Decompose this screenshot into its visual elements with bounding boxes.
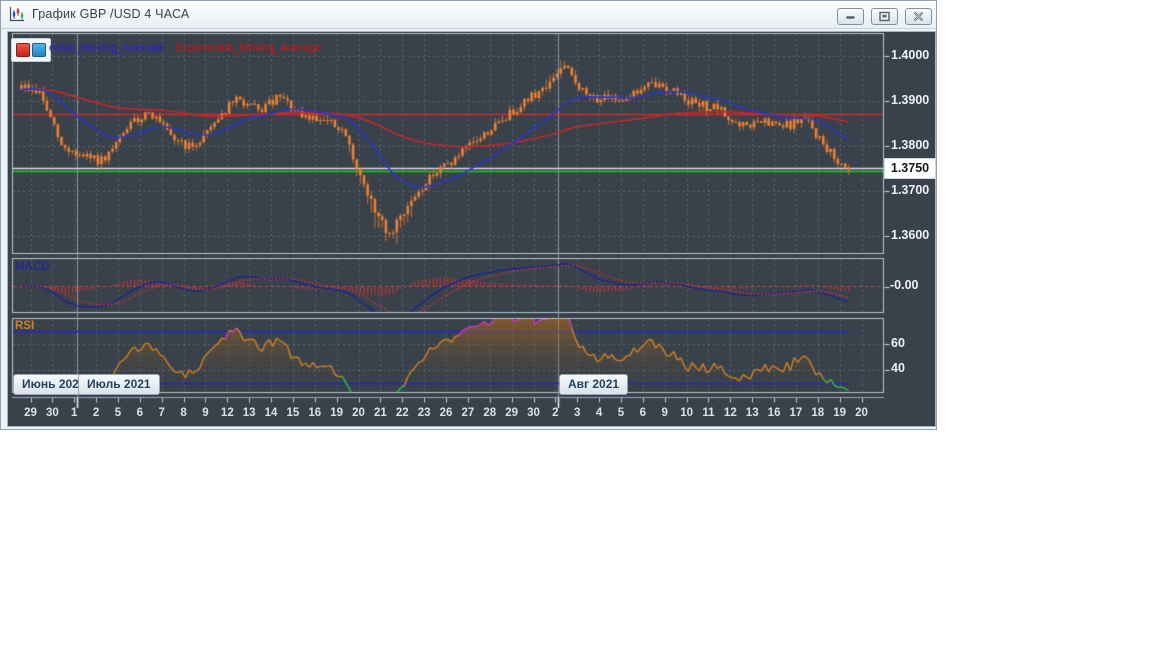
price-axis-label: 1.3700 (891, 183, 930, 197)
window-title: График GBP /USD 4 ЧАСА (32, 7, 190, 21)
indicator-legend: ential_Moving_Average Exponential_Moving… (49, 42, 322, 54)
month-label-july: Июль 2021 (78, 374, 160, 395)
x-axis-label: 29 (24, 407, 37, 419)
window-titlebar[interactable]: График GBP /USD 4 ЧАСА (1, 1, 936, 29)
x-axis-label: 2 (552, 407, 559, 419)
macd-panel-label: MACD (15, 261, 50, 273)
x-axis-label: 20 (352, 407, 365, 419)
x-axis-label: 28 (483, 407, 497, 419)
minimize-button[interactable] (837, 8, 864, 25)
x-axis-label: 10 (680, 407, 693, 419)
x-axis-label: 9 (661, 407, 668, 419)
ema-blue-swatch-button[interactable] (32, 43, 46, 57)
candlestick-chart-icon (8, 6, 26, 23)
x-axis-label: 23 (417, 407, 431, 419)
x-axis-label: 19 (330, 407, 344, 419)
x-axis-label: 22 (395, 407, 409, 419)
x-axis-label: 30 (527, 407, 540, 419)
chart-plot-area[interactable] (7, 31, 936, 427)
x-axis-label: 21 (374, 407, 387, 419)
x-axis-label: 9 (202, 407, 209, 419)
x-axis-label: 20 (855, 407, 868, 419)
x-axis-label: 19 (833, 407, 847, 419)
maximize-button[interactable] (871, 8, 898, 25)
rsi-panel-label: RSI (15, 320, 35, 332)
x-axis-label: 17 (789, 407, 803, 419)
x-axis-label: 2 (92, 407, 100, 419)
month-label-august: Авг 2021 (559, 374, 629, 395)
current-price-badge: 1.3750 (885, 159, 935, 178)
window-controls (830, 8, 932, 25)
x-axis-label: 8 (180, 407, 187, 419)
close-button[interactable] (905, 8, 932, 25)
ema-slow-legend-label: Exponential_Moving_Average (175, 42, 322, 54)
x-axis-label: 15 (286, 407, 300, 419)
x-axis-label: 14 (264, 407, 278, 419)
x-axis-label: 29 (505, 407, 519, 419)
price-axis-label: 1.3800 (891, 138, 930, 152)
x-axis-label: 18 (811, 407, 825, 419)
rsi-tick-40: 40 (891, 361, 905, 375)
price-axis-label: 1.3600 (891, 228, 930, 242)
x-axis-label: 16 (767, 407, 781, 419)
price-axis-label: 1.4000 (891, 48, 930, 62)
x-axis-label: 16 (308, 407, 322, 419)
x-axis-label: 12 (723, 407, 737, 419)
x-axis-label: 13 (242, 407, 256, 419)
x-axis-label: 1 (71, 407, 78, 419)
ema-fast-legend-label: ential_Moving_Average (49, 42, 164, 54)
rsi-tick-60: 60 (891, 336, 905, 350)
macd-axis-value: -0.00 (890, 278, 919, 292)
x-axis-label: 27 (461, 407, 475, 419)
x-axis-label: 30 (45, 407, 59, 419)
chart-window: График GBP /USD 4 ЧАСА ential_Moving_Ave… (0, 0, 938, 431)
x-axis-label: 5 (617, 407, 625, 419)
x-axis-label: 26 (439, 407, 453, 419)
x-axis-label: 13 (745, 407, 759, 419)
price-axis-label: 1.3900 (891, 93, 930, 107)
x-axis-label: 5 (114, 407, 122, 419)
x-axis-label: 4 (595, 407, 603, 419)
x-axis-label: 6 (639, 407, 647, 419)
ema-red-swatch-button[interactable] (16, 43, 30, 57)
x-axis-label: 7 (158, 407, 165, 419)
x-axis-label: 12 (220, 407, 234, 419)
indicator-color-buttons (11, 38, 51, 62)
x-axis-label: 3 (574, 407, 581, 419)
x-axis-label: 6 (136, 407, 144, 419)
x-axis-label: 11 (702, 407, 715, 419)
